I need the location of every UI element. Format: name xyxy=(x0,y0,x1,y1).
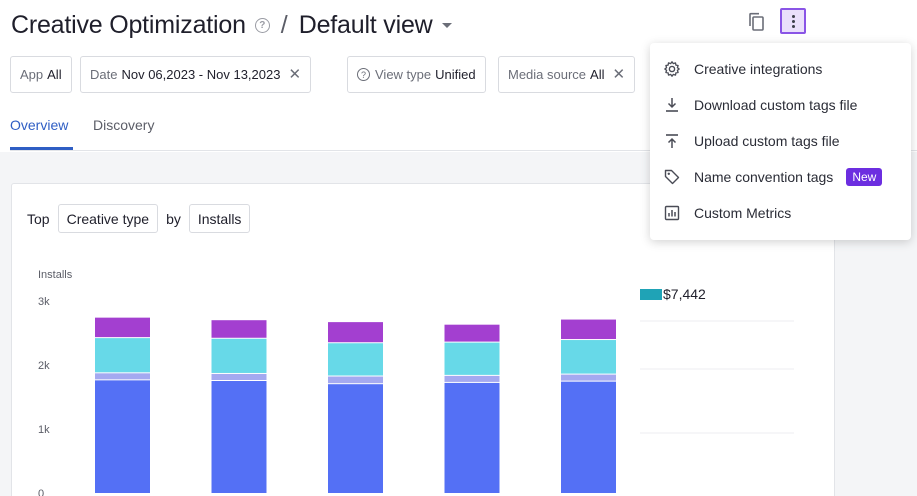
menu-item-label: Download custom tags file xyxy=(694,97,858,113)
bar-chart-icon xyxy=(663,204,681,222)
bar-segment xyxy=(328,343,383,376)
bar-segment xyxy=(211,320,267,338)
chevron-down-icon[interactable] xyxy=(441,22,452,28)
bar-segment xyxy=(328,376,383,384)
bar-segment xyxy=(444,382,500,493)
options-menu: Creative integrations Download custom ta… xyxy=(650,43,911,240)
view-name[interactable]: Default view xyxy=(299,11,433,40)
menu-item-label: Upload custom tags file xyxy=(694,133,840,149)
bar-segment xyxy=(95,380,150,493)
y-tick-label: 2k xyxy=(38,360,50,372)
bar-segment xyxy=(561,381,616,493)
filter-key: App xyxy=(20,67,44,82)
bar-segment xyxy=(444,375,500,382)
menu-item-creative-integrations[interactable]: Creative integrations xyxy=(650,51,911,87)
filter-value: Nov 06,2023 - Nov 13,2023 xyxy=(121,67,281,82)
filter-key: Media source xyxy=(508,67,587,82)
menu-item-label: Creative integrations xyxy=(694,61,823,77)
menu-item-name-convention-tags[interactable]: Name convention tags New xyxy=(650,159,911,195)
tab-discovery[interactable]: Discovery xyxy=(93,117,154,133)
close-icon[interactable]: ✕ xyxy=(288,67,301,82)
bar-segment xyxy=(561,319,616,340)
page-title: Creative Optimization xyxy=(11,10,246,39)
more-options-button[interactable] xyxy=(780,8,806,34)
bar-segment xyxy=(444,324,500,342)
y-tick-label: 0 xyxy=(38,488,44,496)
menu-item-download-custom-tags[interactable]: Download custom tags file xyxy=(650,87,911,123)
bar-segment xyxy=(328,384,383,493)
bar-segment xyxy=(95,338,150,373)
legend-swatch xyxy=(640,289,662,300)
bar-segment xyxy=(444,342,500,375)
bar-segment xyxy=(211,373,267,380)
filter-media-source[interactable]: Media source All ✕ xyxy=(498,56,636,93)
filter-app[interactable]: App All xyxy=(10,56,72,93)
menu-item-label: Name convention tags xyxy=(694,169,834,185)
menu-item-label: Custom Metrics xyxy=(694,205,792,221)
filter-key: View type xyxy=(375,67,432,82)
upload-icon xyxy=(663,132,681,150)
close-icon[interactable]: ✕ xyxy=(613,67,626,82)
more-vertical-icon xyxy=(791,14,795,18)
gear-icon xyxy=(663,60,681,78)
filter-key: Date xyxy=(90,67,118,82)
menu-item-custom-metrics[interactable]: Custom Metrics xyxy=(650,195,911,231)
bar-segment xyxy=(211,381,267,493)
legend-value: $7,442 xyxy=(663,286,706,302)
download-icon xyxy=(663,96,681,114)
bar-segment xyxy=(561,374,616,381)
new-badge: New xyxy=(846,168,883,186)
filter-value: All xyxy=(590,67,605,82)
copy-view-button[interactable] xyxy=(745,10,769,34)
page-header: Creative Optimization ? / Default view xyxy=(11,8,452,42)
help-icon[interactable]: ? xyxy=(254,17,270,33)
bar-segment xyxy=(328,322,383,343)
help-icon: ? xyxy=(357,68,370,81)
active-tab-indicator xyxy=(10,147,73,150)
y-tick-label: 3k xyxy=(38,296,50,308)
bar-segment xyxy=(211,338,267,373)
filter-view-type[interactable]: ? View type Unified xyxy=(347,56,486,93)
tag-icon xyxy=(663,168,681,186)
filter-value: Unified xyxy=(435,67,476,82)
menu-item-upload-custom-tags[interactable]: Upload custom tags file xyxy=(650,123,911,159)
bar-segment xyxy=(561,340,616,374)
title-separator: / xyxy=(280,10,288,39)
filter-date[interactable]: Date Nov 06,2023 - Nov 13,2023 ✕ xyxy=(80,56,312,93)
bar-segment xyxy=(95,373,150,380)
tab-overview[interactable]: Overview xyxy=(10,117,68,133)
copy-icon xyxy=(749,12,764,31)
bar-segment xyxy=(95,317,150,338)
filter-value: All xyxy=(47,67,62,82)
y-axis-label: Installs xyxy=(38,269,73,281)
y-tick-label: 1k xyxy=(38,424,50,436)
